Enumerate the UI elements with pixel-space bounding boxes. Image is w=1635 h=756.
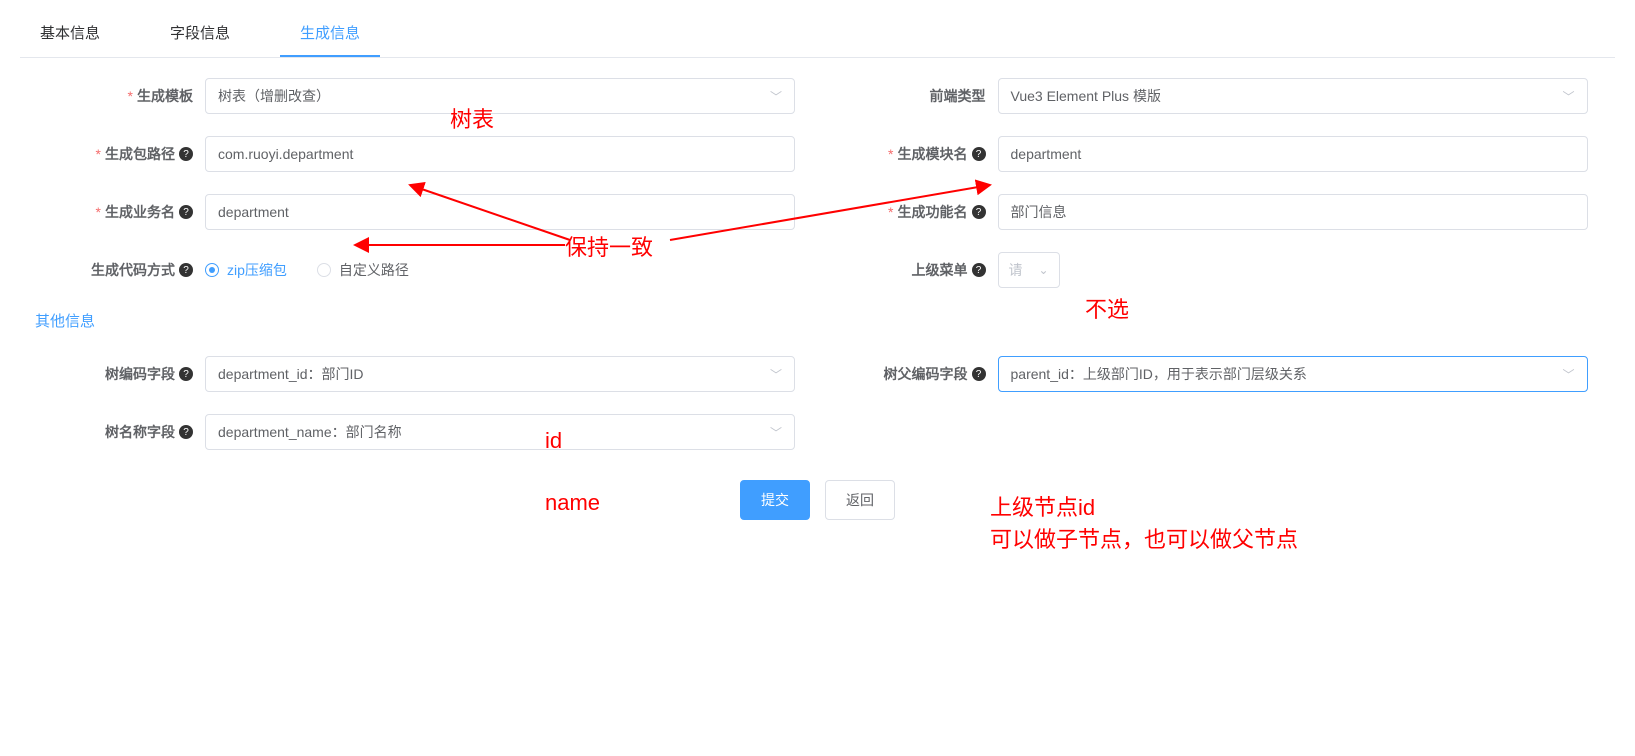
help-icon[interactable]: ?	[972, 205, 986, 219]
help-icon[interactable]: ?	[179, 367, 193, 381]
chevron-down-icon: ﹀	[1562, 366, 1574, 383]
radio-custom-label: 自定义路径	[339, 260, 409, 280]
input-function[interactable]	[998, 194, 1588, 230]
form-generate: * 生成模板 树表（增删改查） ﹀ 前端类型 Vue3 Element Plus…	[20, 78, 1615, 540]
select-tree-code[interactable]: department_id：部门ID ﹀	[205, 356, 795, 392]
select-tree-name[interactable]: department_name：部门名称 ﹀	[205, 414, 795, 450]
radio-zip-label: zip压缩包	[227, 260, 287, 280]
select-parent-menu[interactable]: 请 ⌄	[998, 252, 1060, 288]
required-mark: *	[128, 88, 133, 104]
required-mark: *	[888, 204, 893, 220]
tabs: 基本信息 字段信息 生成信息	[20, 10, 1615, 58]
label-business: 生成业务名	[105, 202, 175, 222]
input-package[interactable]	[205, 136, 795, 172]
select-frontend-value: Vue3 Element Plus 模版	[1011, 86, 1161, 106]
label-codegen: 生成代码方式	[91, 260, 175, 280]
chevron-down-icon: ⌄	[1038, 263, 1048, 277]
help-icon[interactable]: ?	[972, 147, 986, 161]
tab-basic[interactable]: 基本信息	[20, 10, 120, 57]
label-function: 生成功能名	[898, 202, 968, 222]
input-business[interactable]	[205, 194, 795, 230]
radio-zip[interactable]: zip压缩包	[205, 260, 287, 280]
label-module: 生成模块名	[898, 144, 968, 164]
tab-fields[interactable]: 字段信息	[150, 10, 250, 57]
section-other-title: 其他信息	[35, 310, 1610, 331]
label-tree-parent: 树父编码字段	[884, 364, 968, 384]
radio-circle-icon	[205, 263, 219, 277]
select-tree-parent[interactable]: parent_id：上级部门ID，用于表示部门层级关系 ﹀	[998, 356, 1588, 392]
select-tree-parent-value: parent_id：上级部门ID，用于表示部门层级关系	[1011, 364, 1307, 384]
back-button[interactable]: 返回	[825, 480, 895, 520]
label-frontend: 前端类型	[930, 86, 986, 106]
help-icon[interactable]: ?	[972, 367, 986, 381]
label-template: 生成模板	[137, 86, 193, 106]
required-mark: *	[96, 146, 101, 162]
input-module[interactable]	[998, 136, 1588, 172]
tab-generate[interactable]: 生成信息	[280, 10, 380, 57]
required-mark: *	[96, 204, 101, 220]
radio-circle-icon	[317, 263, 331, 277]
submit-button[interactable]: 提交	[740, 480, 810, 520]
select-tree-name-value: department_name：部门名称	[218, 422, 402, 442]
help-icon[interactable]: ?	[179, 147, 193, 161]
label-package: 生成包路径	[105, 144, 175, 164]
help-icon[interactable]: ?	[179, 205, 193, 219]
help-icon[interactable]: ?	[179, 263, 193, 277]
radio-custom[interactable]: 自定义路径	[317, 260, 409, 280]
select-template-value: 树表（增删改查）	[218, 86, 330, 106]
label-parent-menu: 上级菜单	[912, 260, 968, 280]
help-icon[interactable]: ?	[972, 263, 986, 277]
radio-group-codegen: zip压缩包 自定义路径	[205, 260, 795, 280]
select-frontend[interactable]: Vue3 Element Plus 模版 ﹀	[998, 78, 1588, 114]
chevron-down-icon: ﹀	[770, 88, 782, 105]
label-tree-code: 树编码字段	[105, 364, 175, 384]
label-tree-name: 树名称字段	[105, 422, 175, 442]
chevron-down-icon: ﹀	[770, 366, 782, 383]
chevron-down-icon: ﹀	[1562, 88, 1574, 105]
required-mark: *	[888, 146, 893, 162]
select-parent-menu-placeholder: 请	[1009, 260, 1023, 280]
help-icon[interactable]: ?	[179, 425, 193, 439]
select-tree-code-value: department_id：部门ID	[218, 364, 364, 384]
button-row: 提交 返回	[25, 480, 1610, 535]
select-template[interactable]: 树表（增删改查） ﹀	[205, 78, 795, 114]
chevron-down-icon: ﹀	[770, 424, 782, 441]
